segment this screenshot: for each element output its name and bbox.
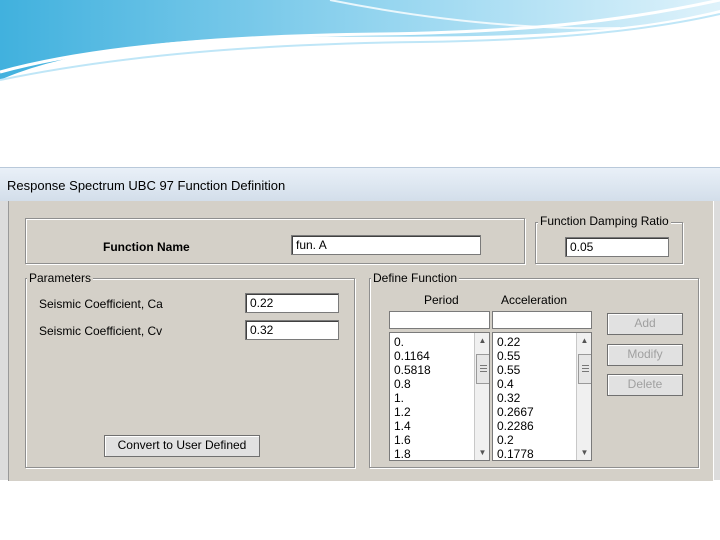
damping-ratio-legend: Function Damping Ratio [538,214,671,228]
acceleration-entry-input[interactable] [492,311,592,329]
scroll-up-arrow-icon[interactable]: ▲ [475,333,489,348]
title-bar: Response Spectrum UBC 97 Function Defini… [0,168,720,201]
acceleration-list-item[interactable]: 0.2286 [493,419,576,433]
scroll-thumb[interactable] [578,354,591,384]
acceleration-list-item[interactable]: 0.32 [493,391,576,405]
delete-button[interactable]: Delete [607,374,683,396]
period-list-item[interactable]: 0.1164 [390,349,474,363]
function-name-label: Function Name [103,240,190,254]
period-header: Period [424,293,459,307]
period-list-item[interactable]: 1.4 [390,419,474,433]
acceleration-list-item[interactable]: 0.55 [493,363,576,377]
convert-to-user-defined-button[interactable]: Convert to User Defined [104,435,260,457]
scroll-down-arrow-icon[interactable]: ▼ [475,445,489,460]
acceleration-header: Acceleration [501,293,568,307]
acceleration-list-item[interactable]: 0.55 [493,349,576,363]
acceleration-list-item[interactable]: 0.2667 [493,405,576,419]
period-list-item[interactable]: 1.8 [390,447,474,460]
acceleration-list-item[interactable]: 0.1778 [493,447,576,460]
period-list-items: 0. 0.1164 0.5818 0.8 1. 1.2 1.4 1.6 1.8 [390,335,474,460]
scroll-down-arrow-icon[interactable]: ▼ [577,445,591,460]
dialog-window: Response Spectrum UBC 97 Function Defini… [0,167,720,481]
period-list-item[interactable]: 1. [390,391,474,405]
period-entry-input[interactable] [389,311,490,329]
cv-label: Seismic Coefficient, Cv [39,324,163,338]
define-function-legend: Define Function [371,271,460,285]
decorative-swoosh [0,0,720,81]
period-list-item[interactable]: 0.5818 [390,363,474,377]
period-list-item[interactable]: 1.6 [390,433,474,447]
period-list-item[interactable]: 1.2 [390,405,474,419]
ca-input[interactable]: 0.22 [245,293,339,313]
modify-button[interactable]: Modify [607,344,683,366]
acceleration-list-item[interactable]: 0.22 [493,335,576,349]
period-list-item[interactable]: 0. [390,335,474,349]
acceleration-list-items: 0.22 0.55 0.55 0.4 0.32 0.2667 0.2286 0.2 0.1778 [493,335,576,460]
acceleration-list[interactable]: 0.22 0.55 0.55 0.4 0.32 0.2667 0.2286 0.2 0.1778… [492,332,592,461]
dialog-client-area: Function Name fun. A Function Damping Ra… [8,201,714,481]
window-title: Response Spectrum UBC 97 Function Defini… [7,178,286,193]
period-list[interactable]: 0. 0.1164 0.5818 0.8 1. 1.2 1.4 1.6 1.8 ▲ ▼ [389,332,490,461]
damping-ratio-input[interactable]: 0.05 [565,237,669,257]
parameters-legend: Parameters [27,271,94,285]
scroll-up-arrow-icon[interactable]: ▲ [577,333,591,348]
add-button[interactable]: Add [607,313,683,335]
period-list-item[interactable]: 0.8 [390,377,474,391]
acceleration-scrollbar[interactable]: ▲ ▼ [576,333,591,460]
ca-label: Seismic Coefficient, Ca [39,297,163,311]
acceleration-list-item[interactable]: 0.2 [493,433,576,447]
scroll-thumb[interactable] [476,354,489,384]
acceleration-list-item[interactable]: 0.4 [493,377,576,391]
function-name-input[interactable]: fun. A [291,235,481,255]
cv-input[interactable]: 0.32 [245,320,339,340]
period-scrollbar[interactable]: ▲ ▼ [474,333,489,460]
